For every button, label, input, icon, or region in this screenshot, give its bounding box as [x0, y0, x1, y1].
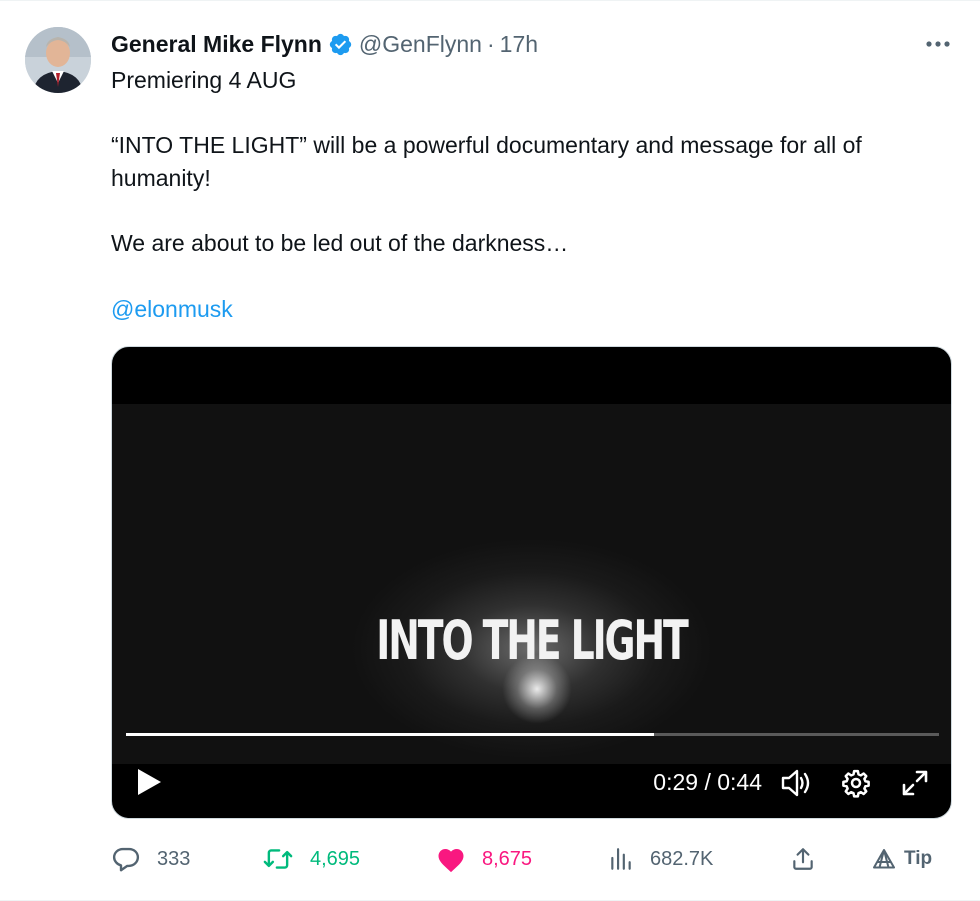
video-title-text: INTO THE LIGHT [376, 609, 688, 672]
tip-triangle-icon [873, 849, 895, 869]
tip-label: Tip [904, 848, 933, 869]
views-chart-icon [611, 848, 631, 870]
verified-badge-icon [328, 32, 353, 57]
video-player[interactable]: INTO THE LIGHT 0:29 / 0:44 [111, 346, 952, 819]
play-button[interactable] [134, 767, 164, 797]
video-timecode: 0:29 / 0:44 [653, 769, 762, 795]
share-button[interactable] [790, 839, 816, 879]
ellipsis-icon [926, 41, 950, 47]
tweet-card[interactable]: General Mike Flynn @GenFlynn · 17h Premi… [0, 0, 980, 901]
tweet-actions-bar: 333 4,695 8,675 682.7K Tip [0, 839, 980, 879]
view-count: 682.7K [650, 847, 714, 870]
retweet-icon [263, 849, 293, 869]
tip-button[interactable]: Tip [872, 839, 932, 879]
tweet-text-line: “INTO THE LIGHT” will be a powerful docu… [111, 132, 862, 191]
views-button[interactable]: 682.7K [608, 839, 713, 879]
share-upload-icon [793, 848, 813, 870]
reply-button[interactable]: 333 [111, 839, 190, 879]
volume-icon [781, 769, 810, 797]
tweet-text-line: We are about to be led out of the darkne… [111, 230, 569, 256]
avatar[interactable] [25, 27, 91, 93]
settings-button[interactable] [840, 767, 872, 799]
settings-gear-icon [842, 769, 870, 798]
like-button[interactable]: 8,675 [436, 839, 532, 879]
avatar-photo-icon [25, 27, 91, 93]
fullscreen-button[interactable] [899, 767, 931, 799]
author-name[interactable]: General Mike Flynn [111, 31, 322, 58]
separator-dot: · [486, 30, 495, 57]
more-options-button[interactable] [922, 31, 954, 57]
tweet-header: General Mike Flynn @GenFlynn · 17h [111, 29, 538, 59]
heart-icon [438, 849, 464, 873]
reply-bubble-icon [112, 847, 140, 872]
video-frame[interactable]: INTO THE LIGHT [112, 404, 951, 764]
retweet-button[interactable]: 4,695 [262, 839, 360, 879]
video-progress-fill [126, 733, 655, 736]
tweet-text-line: Premiering 4 AUG [111, 67, 297, 93]
retweet-count: 4,695 [310, 847, 361, 870]
volume-button[interactable] [780, 767, 812, 799]
fullscreen-icon [902, 770, 928, 796]
timestamp[interactable]: 17h [500, 31, 538, 58]
reply-count: 333 [157, 847, 191, 870]
video-progress-bar[interactable] [126, 733, 939, 736]
play-icon [138, 769, 161, 795]
like-count: 8,675 [482, 847, 533, 870]
author-handle[interactable]: @GenFlynn [359, 31, 482, 58]
mention-link[interactable]: @elonmusk [111, 293, 233, 326]
